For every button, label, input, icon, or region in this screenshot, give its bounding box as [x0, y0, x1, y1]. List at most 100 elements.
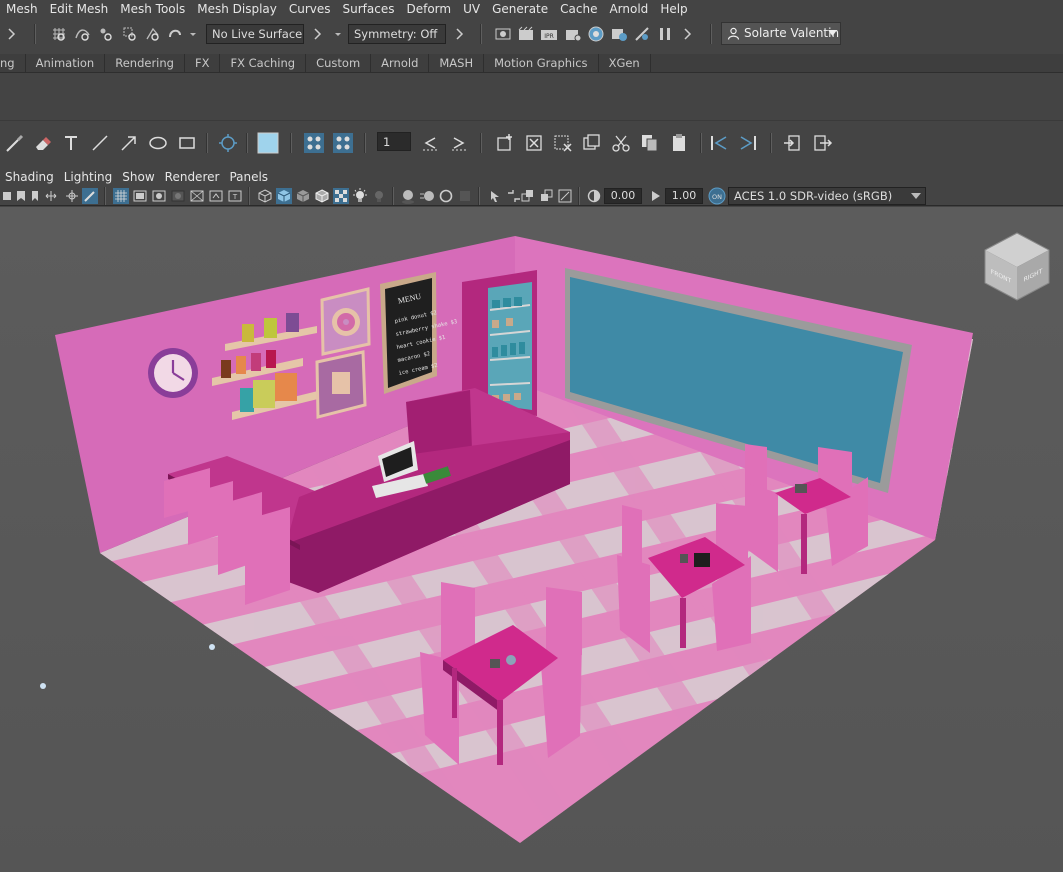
menu-generate[interactable]: Generate — [486, 1, 554, 17]
menu-edit-mesh[interactable]: Edit Mesh — [44, 1, 115, 17]
go-to-start-icon[interactable] — [708, 132, 730, 154]
menu-mesh-display[interactable]: Mesh Display — [191, 1, 283, 17]
ghost-frames-icon[interactable] — [332, 132, 354, 154]
x-ray-components-icon[interactable] — [539, 188, 555, 204]
menu-curves[interactable]: Curves — [283, 1, 337, 17]
tab-rendering[interactable]: Rendering — [105, 54, 185, 72]
viewport-stats-icon[interactable] — [557, 188, 573, 204]
add-frame-icon[interactable] — [494, 132, 516, 154]
default-material-icon[interactable] — [295, 188, 311, 204]
wireframe-on-shaded-icon[interactable] — [314, 188, 330, 204]
panel-menu-lighting[interactable]: Lighting — [59, 169, 118, 185]
snap-view-plane-icon[interactable] — [121, 25, 139, 43]
resolution-gate-icon[interactable] — [151, 188, 167, 204]
previous-key-icon[interactable] — [419, 132, 441, 154]
snap-live-icon[interactable] — [144, 25, 162, 43]
collapse-arrow-icon[interactable] — [682, 25, 692, 43]
live-surface-field[interactable]: No Live Surface — [206, 24, 304, 44]
isolate-select-icon[interactable] — [487, 188, 503, 204]
two-d-pan-zoom-icon[interactable] — [64, 188, 80, 204]
menu-deform[interactable]: Deform — [400, 1, 457, 17]
collapse-arrow-icon[interactable] — [6, 25, 16, 43]
color-swatch-icon[interactable] — [257, 132, 279, 154]
scene-render[interactable]: MENU pink donut $2 strawberry shake $3 h… — [0, 207, 1063, 872]
smooth-shade-icon[interactable] — [276, 188, 292, 204]
collapse-arrow-icon[interactable] — [312, 25, 322, 43]
arrow-tool-icon[interactable] — [118, 132, 140, 154]
exposure-field[interactable]: 0.00 — [604, 188, 642, 204]
line-tool-icon[interactable] — [89, 132, 111, 154]
panel-menu-renderer[interactable]: Renderer — [160, 169, 225, 185]
menu-arnold[interactable]: Arnold — [603, 1, 654, 17]
use-all-lights-icon[interactable] — [352, 188, 368, 204]
panel-menu-shading[interactable]: Shading — [0, 169, 59, 185]
exposure-icon[interactable] — [586, 188, 602, 204]
menu-uv[interactable]: UV — [457, 1, 486, 17]
tab-arnold[interactable]: Arnold — [371, 54, 430, 72]
account-button[interactable]: Solarte Valentin — [721, 22, 841, 45]
lasso-tool-icon[interactable] — [217, 132, 239, 154]
camera-attributes-icon[interactable] — [15, 188, 27, 204]
rectangle-tool-icon[interactable] — [176, 132, 198, 154]
menu-cache[interactable]: Cache — [554, 1, 603, 17]
render-settings-icon[interactable] — [564, 25, 582, 43]
image-plane-icon[interactable] — [43, 188, 59, 204]
depth-of-field-icon[interactable] — [457, 188, 473, 204]
textured-icon[interactable] — [333, 188, 349, 204]
safe-action-icon[interactable] — [208, 188, 224, 204]
snap-point-icon[interactable] — [97, 25, 115, 43]
next-key-icon[interactable] — [448, 132, 470, 154]
collapse-arrow-icon[interactable] — [454, 25, 464, 43]
shadows-icon[interactable] — [371, 188, 387, 204]
symmetry-field[interactable]: Symmetry: Off — [348, 24, 446, 44]
panel-menu-panels[interactable]: Panels — [224, 169, 273, 185]
render-setup-icon[interactable] — [610, 25, 628, 43]
symmetry-dropdown-icon[interactable] — [333, 25, 343, 43]
gamma-field[interactable]: 1.00 — [665, 188, 703, 204]
snap-grid-icon[interactable] — [50, 25, 68, 43]
eraser-icon[interactable] — [31, 132, 53, 154]
copy-icon[interactable] — [639, 132, 661, 154]
viewport-3d[interactable]: MENU pink donut $2 strawberry shake $3 h… — [0, 207, 1063, 872]
anti-aliasing-icon[interactable] — [438, 188, 454, 204]
view-transform-dropdown[interactable]: ACES 1.0 SDR-video (sRGB) — [728, 187, 926, 205]
grid-icon[interactable] — [113, 188, 129, 204]
snap-options-dropdown-icon[interactable] — [188, 25, 198, 43]
ellipse-tool-icon[interactable] — [147, 132, 169, 154]
light-locator[interactable] — [209, 644, 215, 650]
paint-brush-icon[interactable] — [3, 132, 25, 154]
ipr-render-icon[interactable]: IPR — [540, 25, 558, 43]
safe-title-icon[interactable]: T — [227, 188, 243, 204]
gate-mask-icon[interactable] — [170, 188, 186, 204]
paste-icon[interactable] — [668, 132, 690, 154]
delete-frame-icon[interactable] — [523, 132, 545, 154]
hypershade-icon[interactable] — [587, 25, 605, 43]
motion-blur-icon[interactable] — [419, 188, 435, 204]
cut-icon[interactable] — [610, 132, 632, 154]
menu-help[interactable]: Help — [654, 1, 693, 17]
tab-animation[interactable]: Animation — [26, 54, 106, 72]
tab-custom[interactable]: Custom — [306, 54, 372, 72]
import-icon[interactable] — [781, 132, 803, 154]
x-ray-joints-icon[interactable] — [520, 188, 536, 204]
ambient-occlusion-icon[interactable] — [400, 188, 416, 204]
menu-surfaces[interactable]: Surfaces — [337, 1, 401, 17]
tab-rigging[interactable]: ng — [0, 54, 26, 72]
select-camera-icon[interactable] — [2, 188, 12, 204]
film-gate-icon[interactable] — [132, 188, 148, 204]
tab-fx-caching[interactable]: FX Caching — [220, 54, 307, 72]
menu-mesh[interactable]: Mesh — [0, 1, 44, 17]
export-icon[interactable] — [812, 132, 834, 154]
duplicate-frame-icon[interactable] — [581, 132, 603, 154]
light-editor-icon[interactable] — [633, 25, 651, 43]
tab-motion-graphics[interactable]: Motion Graphics — [484, 54, 599, 72]
text-tool-icon[interactable] — [60, 132, 82, 154]
render-view-icon[interactable] — [494, 25, 512, 43]
field-chart-icon[interactable] — [189, 188, 205, 204]
clear-frame-icon[interactable] — [552, 132, 574, 154]
bookmark-icon[interactable] — [29, 188, 41, 204]
light-locator[interactable] — [40, 683, 46, 689]
frame-field[interactable]: 1 — [377, 132, 411, 151]
go-to-end-icon[interactable] — [737, 132, 759, 154]
tab-fx[interactable]: FX — [185, 54, 221, 72]
